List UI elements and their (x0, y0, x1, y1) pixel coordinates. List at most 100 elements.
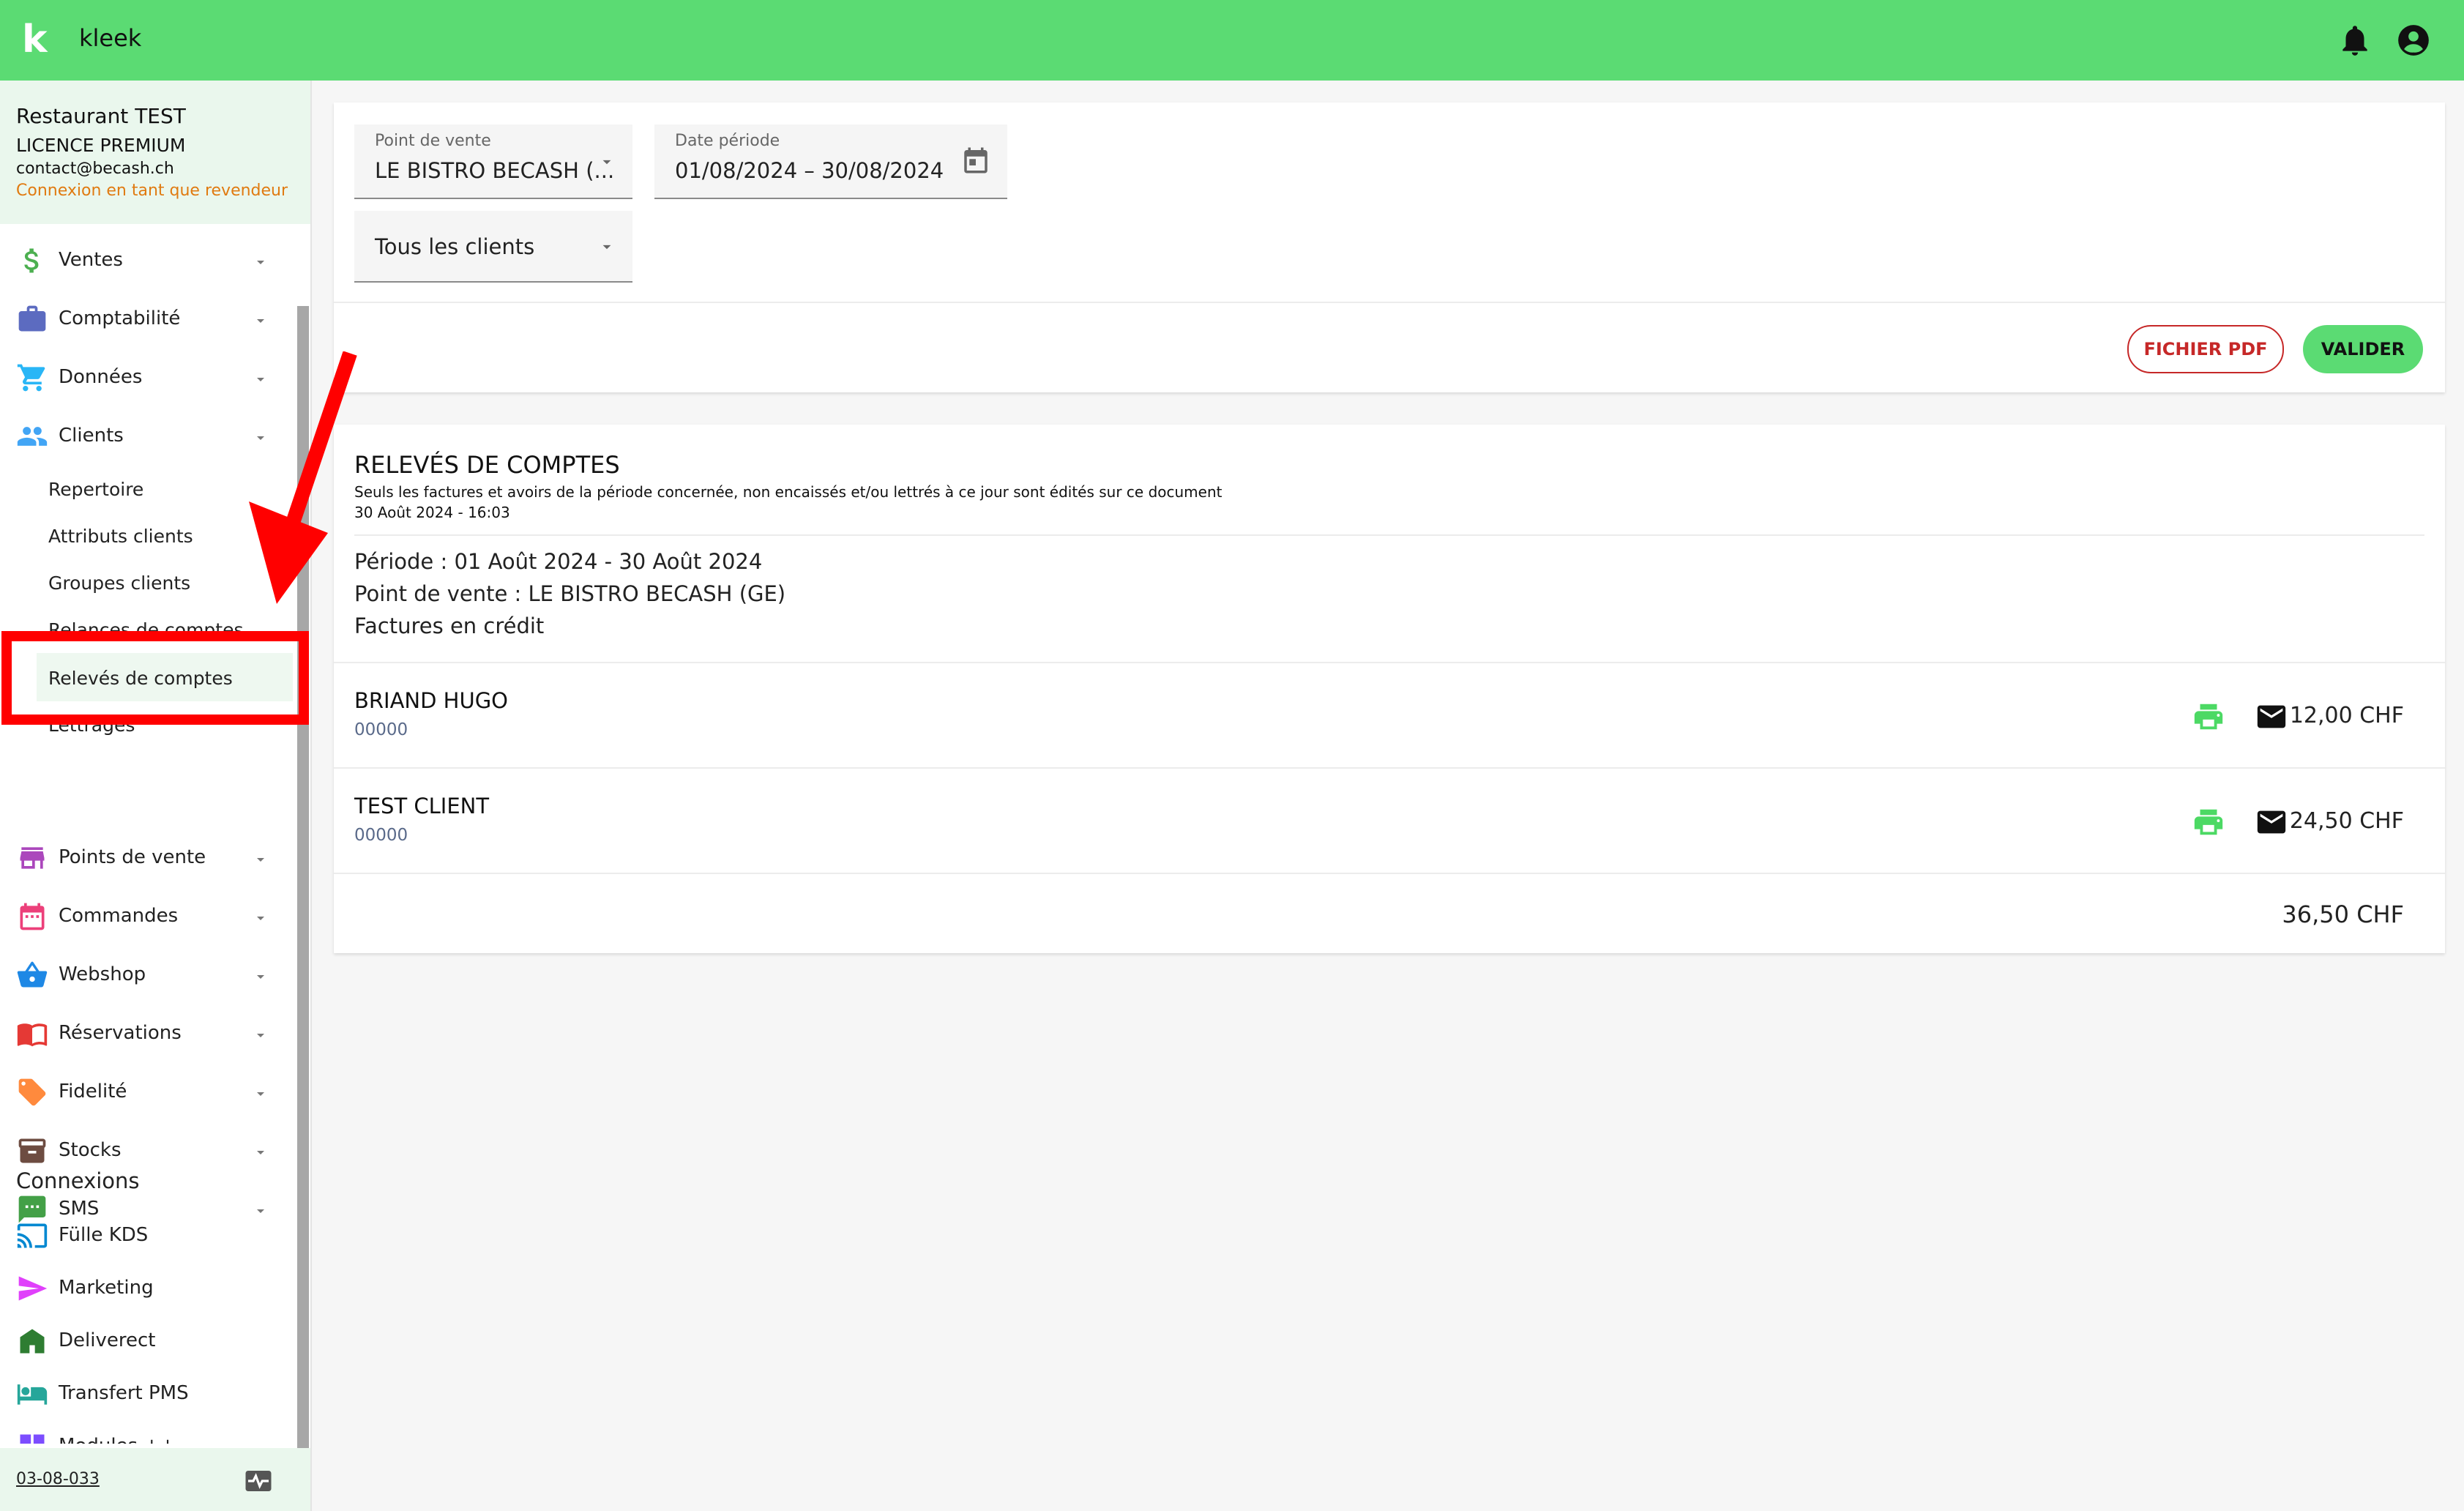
sidebar-subitem-attributs-clients[interactable]: Attributs clients (48, 526, 193, 547)
chevron-down-icon (257, 1151, 264, 1154)
briefcase-icon (18, 305, 46, 332)
divider (334, 662, 2445, 663)
report-total: 36,50 CHF (2282, 900, 2404, 928)
email-icon[interactable] (2255, 700, 2288, 734)
divider (334, 873, 2445, 874)
reseller-note: Connexion en tant que revendeur (16, 182, 288, 200)
report-subtitle: Seuls les factures et avoirs de la pério… (354, 483, 1222, 501)
client-amount: 24,50 CHF (2289, 808, 2404, 834)
field-value: 01/08/2024 – 30/08/2024 (675, 158, 944, 183)
sidebar-item-fidelite[interactable]: Fidelité (0, 1070, 293, 1114)
field-value: LE BISTRO BECASH (... (375, 158, 615, 183)
divider (334, 767, 2445, 769)
version-link[interactable]: 03-08-033 (16, 1470, 100, 1488)
chevron-down-icon (257, 1034, 264, 1037)
cast-icon (17, 1223, 48, 1248)
validate-button[interactable]: VALIDER (2303, 325, 2423, 373)
sidebar-item-label: Commandes (59, 905, 179, 927)
monitor-heart-icon[interactable] (243, 1466, 274, 1496)
cart-icon (17, 364, 45, 392)
basket-icon (17, 961, 48, 988)
print-icon[interactable] (2192, 700, 2225, 734)
bed-icon (17, 1384, 48, 1405)
top-bar: k kleek (0, 0, 2464, 81)
store-icon (20, 847, 45, 869)
sidebar-item-points-de-vente[interactable]: Points de vente (0, 836, 293, 880)
sidebar-connexion-modules[interactable]: Modules ++ (0, 1425, 293, 1444)
sidebar-item-label: Comptabilité (59, 307, 181, 329)
sidebar-item-label: Modules ++ (59, 1435, 176, 1444)
sidebar-item-label: Clients (59, 425, 124, 447)
sidebar-item-label: Fidelité (59, 1081, 127, 1103)
annotation-highlight-box (1, 631, 309, 725)
calendar-icon[interactable] (960, 145, 991, 176)
chevron-down-icon (602, 160, 611, 165)
sidebar-connexion-transfert-pms[interactable]: Transfert PMS (0, 1372, 293, 1416)
sidebar-subitem-groupes-clients[interactable]: Groupes clients (48, 572, 190, 594)
sidebar-connexion-deliverect[interactable]: Deliverect (0, 1319, 293, 1363)
sidebar-item-label: Deliverect (59, 1329, 156, 1351)
field-label: Point de vente (375, 132, 491, 150)
divider (354, 534, 2424, 536)
app-name: kleek (79, 24, 142, 52)
report-card: RELEVÉS DE COMPTES Seuls les factures et… (334, 425, 2445, 953)
client-code: 00000 (354, 720, 408, 739)
org-panel: Restaurant TEST LICENCE PREMIUM contact@… (0, 81, 310, 224)
sidebar-subitem-repertoire[interactable]: Repertoire (48, 479, 143, 500)
tag-icon (18, 1078, 46, 1106)
field-label: Date période (675, 132, 780, 150)
chevron-down-icon (257, 1092, 264, 1096)
email-icon[interactable] (2255, 805, 2288, 839)
connexions-title: Connexions (16, 1168, 140, 1193)
sidebar-item-label: Webshop (59, 963, 146, 985)
calendar-icon (20, 903, 45, 930)
bell-icon[interactable] (2337, 22, 2373, 59)
sidebar-item-label: Points de vente (59, 846, 206, 868)
sidebar-item-label: Ventes (59, 249, 123, 271)
dollar-icon (24, 248, 39, 273)
home-icon (20, 1329, 45, 1354)
sidebar-item-stocks[interactable]: Stocks (0, 1129, 293, 1173)
report-type: Factures en crédit (354, 613, 545, 638)
chevron-down-icon (257, 319, 264, 323)
sidebar-item-label: Fülle KDS (59, 1224, 149, 1246)
sidebar-item-label: Marketing (59, 1277, 154, 1299)
report-title: RELEVÉS DE COMPTES (354, 451, 620, 479)
client-code: 00000 (354, 826, 408, 845)
sidebar-item-label: Transfert PMS (59, 1382, 189, 1404)
sidebar-item-label: Données (59, 366, 143, 388)
field-value: Tous les clients (375, 234, 535, 259)
book-icon (17, 1023, 48, 1047)
chevron-down-icon (257, 858, 264, 862)
client-name: TEST CLIENT (354, 794, 490, 818)
sidebar-item-label: Réservations (59, 1022, 182, 1044)
client-name: BRIAND HUGO (354, 688, 509, 713)
sidebar-footer: 03-08-033 (0, 1448, 310, 1511)
people-icon (17, 427, 48, 446)
clients-select[interactable]: Tous les clients (354, 211, 632, 283)
sidebar-item-webshop[interactable]: Webshop (0, 953, 293, 997)
send-icon (18, 1276, 48, 1301)
org-name: Restaurant TEST (16, 104, 186, 128)
report-pos: Point de vente : LE BISTRO BECASH (GE) (354, 581, 786, 606)
sidebar-item-reservations[interactable]: Réservations (0, 1012, 293, 1056)
sidebar-connexion-marketing[interactable]: Marketing (0, 1266, 293, 1310)
sidebar-connexion-fulle-kds[interactable]: Fülle KDS (0, 1214, 293, 1258)
account-circle-icon[interactable] (2395, 22, 2432, 59)
date-range-field[interactable]: Date période 01/08/2024 – 30/08/2024 (654, 124, 1007, 199)
chevron-down-icon (602, 245, 611, 250)
pdf-file-button[interactable]: FICHIER PDF (2127, 325, 2284, 373)
org-email: contact@becash.ch (16, 160, 174, 178)
sidebar-item-commandes[interactable]: Commandes (0, 895, 293, 939)
print-icon[interactable] (2192, 805, 2225, 839)
report-period: Période : 01 Août 2024 - 30 Août 2024 (354, 549, 763, 574)
sidebar: Restaurant TEST LICENCE PREMIUM contact@… (0, 81, 312, 1511)
sidebar-item-ventes[interactable]: Ventes (0, 239, 293, 283)
pos-select[interactable]: Point de vente LE BISTRO BECASH (... (354, 124, 632, 199)
kleek-logo[interactable]: k (22, 18, 48, 61)
annotation-arrow-icon (249, 351, 357, 604)
sidebar-item-comptabilite[interactable]: Comptabilité (0, 297, 293, 341)
chevron-down-icon (257, 261, 264, 264)
sidebar-item-label: Stocks (59, 1139, 122, 1161)
chevron-down-icon (257, 917, 264, 920)
